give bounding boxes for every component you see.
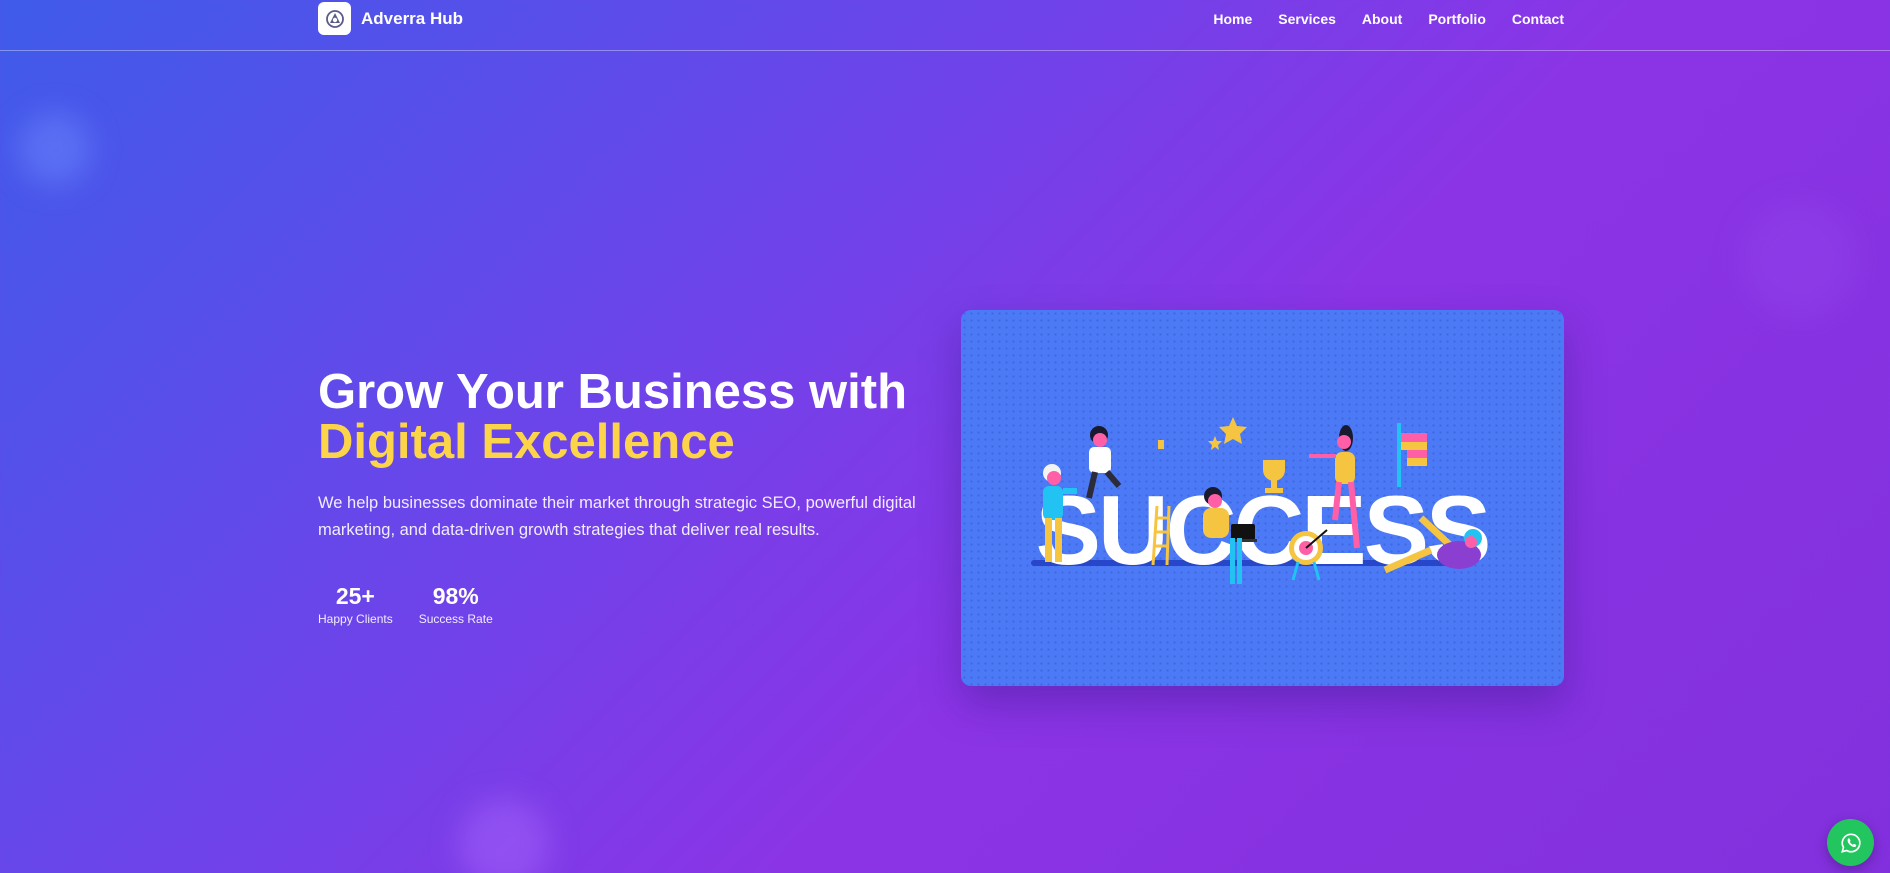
stat-label: Success Rate xyxy=(418,612,493,626)
stat-success-rate: 98% Success Rate xyxy=(419,584,493,626)
success-word: SUCCESS xyxy=(1036,475,1489,585)
stat-happy-clients: 25+ Happy Clients xyxy=(318,584,393,626)
hero-section: Grow Your Business with Digital Excellen… xyxy=(318,367,938,626)
decorative-blob xyxy=(1740,200,1860,320)
nav-contact-link[interactable]: Contact xyxy=(1512,11,1564,27)
logo-icon xyxy=(318,2,351,35)
hero-image-card: SUCCESS xyxy=(961,310,1564,686)
hero-subtitle: We help businesses dominate their market… xyxy=(318,494,916,539)
logo[interactable]: Adverra Hub xyxy=(318,2,463,35)
hero-title-highlight: Digital Excellence xyxy=(318,415,735,469)
nav-about-link[interactable]: About xyxy=(1362,11,1402,27)
hero-title: Grow Your Business with Digital Excellen… xyxy=(318,367,938,467)
nav-home-link[interactable]: Home xyxy=(1213,11,1252,27)
stat-value: 98% xyxy=(432,583,479,609)
navbar: Adverra Hub Home Services About Portfoli… xyxy=(0,0,1890,51)
nav-links: Home Services About Portfolio Contact xyxy=(1213,11,1564,27)
stat-label: Happy Clients xyxy=(318,612,393,626)
nav-portfolio-link[interactable]: Portfolio xyxy=(1428,11,1486,27)
brand-name: Adverra Hub xyxy=(361,8,464,28)
decorative-blob xyxy=(458,798,550,873)
decorative-blob xyxy=(18,112,92,186)
whatsapp-icon xyxy=(1840,832,1861,853)
stat-value: 25+ xyxy=(335,583,375,609)
whatsapp-button[interactable] xyxy=(1827,819,1874,866)
stats: 25+ Happy Clients 98% Success Rate xyxy=(318,584,938,626)
success-illustration: SUCCESS xyxy=(1031,417,1491,585)
nav-services-link[interactable]: Services xyxy=(1278,11,1336,27)
hero-title-line: Grow Your Business with xyxy=(318,365,908,419)
